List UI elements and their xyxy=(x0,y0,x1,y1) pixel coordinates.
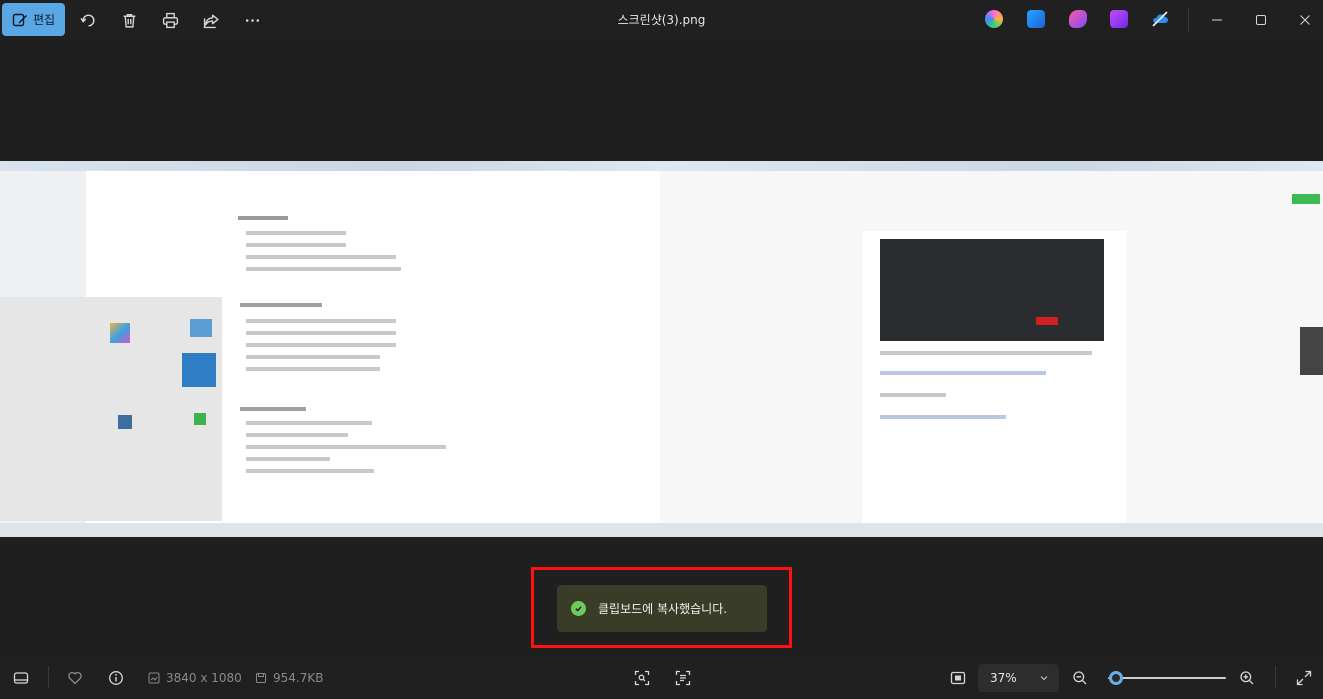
file-size-icon xyxy=(256,673,266,683)
delete-button[interactable] xyxy=(117,8,141,32)
image-dimensions: 3840 x 1080 xyxy=(148,671,242,685)
more-options-button[interactable] xyxy=(240,8,264,32)
bottombar-divider xyxy=(48,666,49,688)
close-icon xyxy=(1300,15,1310,25)
file-info-button[interactable] xyxy=(105,667,127,689)
video-editor-app-icon[interactable] xyxy=(1110,10,1128,28)
image-text-line xyxy=(246,255,396,259)
share-icon xyxy=(203,13,219,28)
image-text-line xyxy=(246,445,446,449)
clipchamp-app-icon[interactable] xyxy=(1069,10,1087,28)
image-region xyxy=(182,353,216,387)
image-text-line xyxy=(246,343,396,347)
window-title: 스크린샷(3).png xyxy=(617,13,706,27)
copilot-app-icon[interactable] xyxy=(985,10,1003,28)
filmstrip-icon xyxy=(13,672,29,684)
minimize-button[interactable] xyxy=(1204,8,1230,32)
zoom-out-icon xyxy=(1073,671,1087,685)
image-region xyxy=(190,319,212,337)
image-text-line xyxy=(246,355,380,359)
visual-search-button[interactable] xyxy=(631,667,653,689)
image-text-line xyxy=(246,243,346,247)
bottombar-divider xyxy=(1275,666,1276,688)
text-scan-button[interactable] xyxy=(672,667,694,689)
share-button[interactable] xyxy=(199,8,223,32)
edit-icon xyxy=(12,13,27,26)
image-region xyxy=(1300,327,1323,375)
fullscreen-button[interactable] xyxy=(1293,667,1315,689)
image-text-line xyxy=(246,457,330,461)
zoom-slider[interactable] xyxy=(1104,667,1226,689)
fullscreen-icon xyxy=(1296,670,1312,686)
rotate-button[interactable] xyxy=(76,8,100,32)
filmstrip-button[interactable] xyxy=(10,667,32,689)
favorite-icon xyxy=(68,671,82,685)
minimize-icon xyxy=(1212,19,1222,21)
image-region xyxy=(1036,317,1058,325)
image-region xyxy=(194,413,206,425)
edit-button-label: 편집 xyxy=(32,13,56,27)
more-icon xyxy=(245,18,259,22)
maximize-icon xyxy=(1256,15,1266,25)
image-region xyxy=(118,415,132,429)
chevron-down-icon xyxy=(1040,676,1048,681)
zoom-slider-track xyxy=(1108,677,1226,679)
bottom-bar: 3840 x 1080 954.7KB 37% xyxy=(0,656,1323,699)
image-text-line xyxy=(246,367,380,371)
image-text-line xyxy=(246,231,346,235)
favorite-button[interactable] xyxy=(64,667,86,689)
zoom-level-select[interactable]: 37% xyxy=(978,664,1059,692)
image-text-line xyxy=(238,216,288,220)
maximize-button[interactable] xyxy=(1248,8,1274,32)
image-text-line xyxy=(880,393,946,397)
zoom-level-value: 37% xyxy=(990,671,1017,685)
dimensions-icon xyxy=(148,672,160,684)
print-icon xyxy=(162,12,178,28)
visual-search-icon xyxy=(634,670,650,686)
displayed-image xyxy=(0,161,1323,537)
image-text-line xyxy=(246,421,372,425)
clipboard-toast: 클립보드에 복사했습니다. xyxy=(557,585,767,632)
edit-button[interactable]: 편집 xyxy=(2,3,65,36)
titlebar-divider xyxy=(1188,8,1189,32)
fit-screen-icon xyxy=(950,671,966,685)
image-text-line xyxy=(246,331,396,335)
text-scan-icon xyxy=(675,670,691,686)
onedrive-app-icon[interactable] xyxy=(1151,10,1169,28)
image-strip-top xyxy=(0,161,1323,171)
close-button[interactable] xyxy=(1292,8,1318,32)
file-size: 954.7KB xyxy=(255,671,323,685)
delete-icon xyxy=(123,13,135,28)
zoom-in-button[interactable] xyxy=(1236,667,1258,689)
info-icon xyxy=(109,671,123,685)
image-strip-bottom xyxy=(0,523,1323,537)
image-text-line xyxy=(246,469,374,473)
title-bar: 편집 스크린샷(3).png xyxy=(0,0,1323,40)
image-text-line xyxy=(240,407,306,411)
image-text-line xyxy=(880,415,1006,419)
image-text-line xyxy=(880,351,1092,355)
designer-app-icon[interactable] xyxy=(1027,10,1045,28)
success-check-icon xyxy=(571,601,586,616)
toast-message: 클립보드에 복사했습니다. xyxy=(598,602,728,616)
rotate-icon xyxy=(79,13,95,27)
zoom-in-icon xyxy=(1240,671,1254,685)
print-button[interactable] xyxy=(158,8,182,32)
zoom-slider-thumb[interactable] xyxy=(1109,671,1124,685)
image-text-line xyxy=(246,267,401,271)
zoom-out-button[interactable] xyxy=(1069,667,1091,689)
image-text-line xyxy=(240,303,322,307)
image-text-line xyxy=(880,371,1046,375)
image-text-line xyxy=(246,319,396,323)
image-canvas[interactable]: 클립보드에 복사했습니다. xyxy=(0,40,1323,656)
image-text-line xyxy=(246,433,348,437)
file-size-value: 954.7KB xyxy=(273,671,324,685)
image-region xyxy=(110,323,130,343)
dimensions-value: 3840 x 1080 xyxy=(166,671,242,685)
image-region xyxy=(880,239,1104,341)
fit-to-screen-button[interactable] xyxy=(947,667,969,689)
image-region xyxy=(1292,194,1320,204)
